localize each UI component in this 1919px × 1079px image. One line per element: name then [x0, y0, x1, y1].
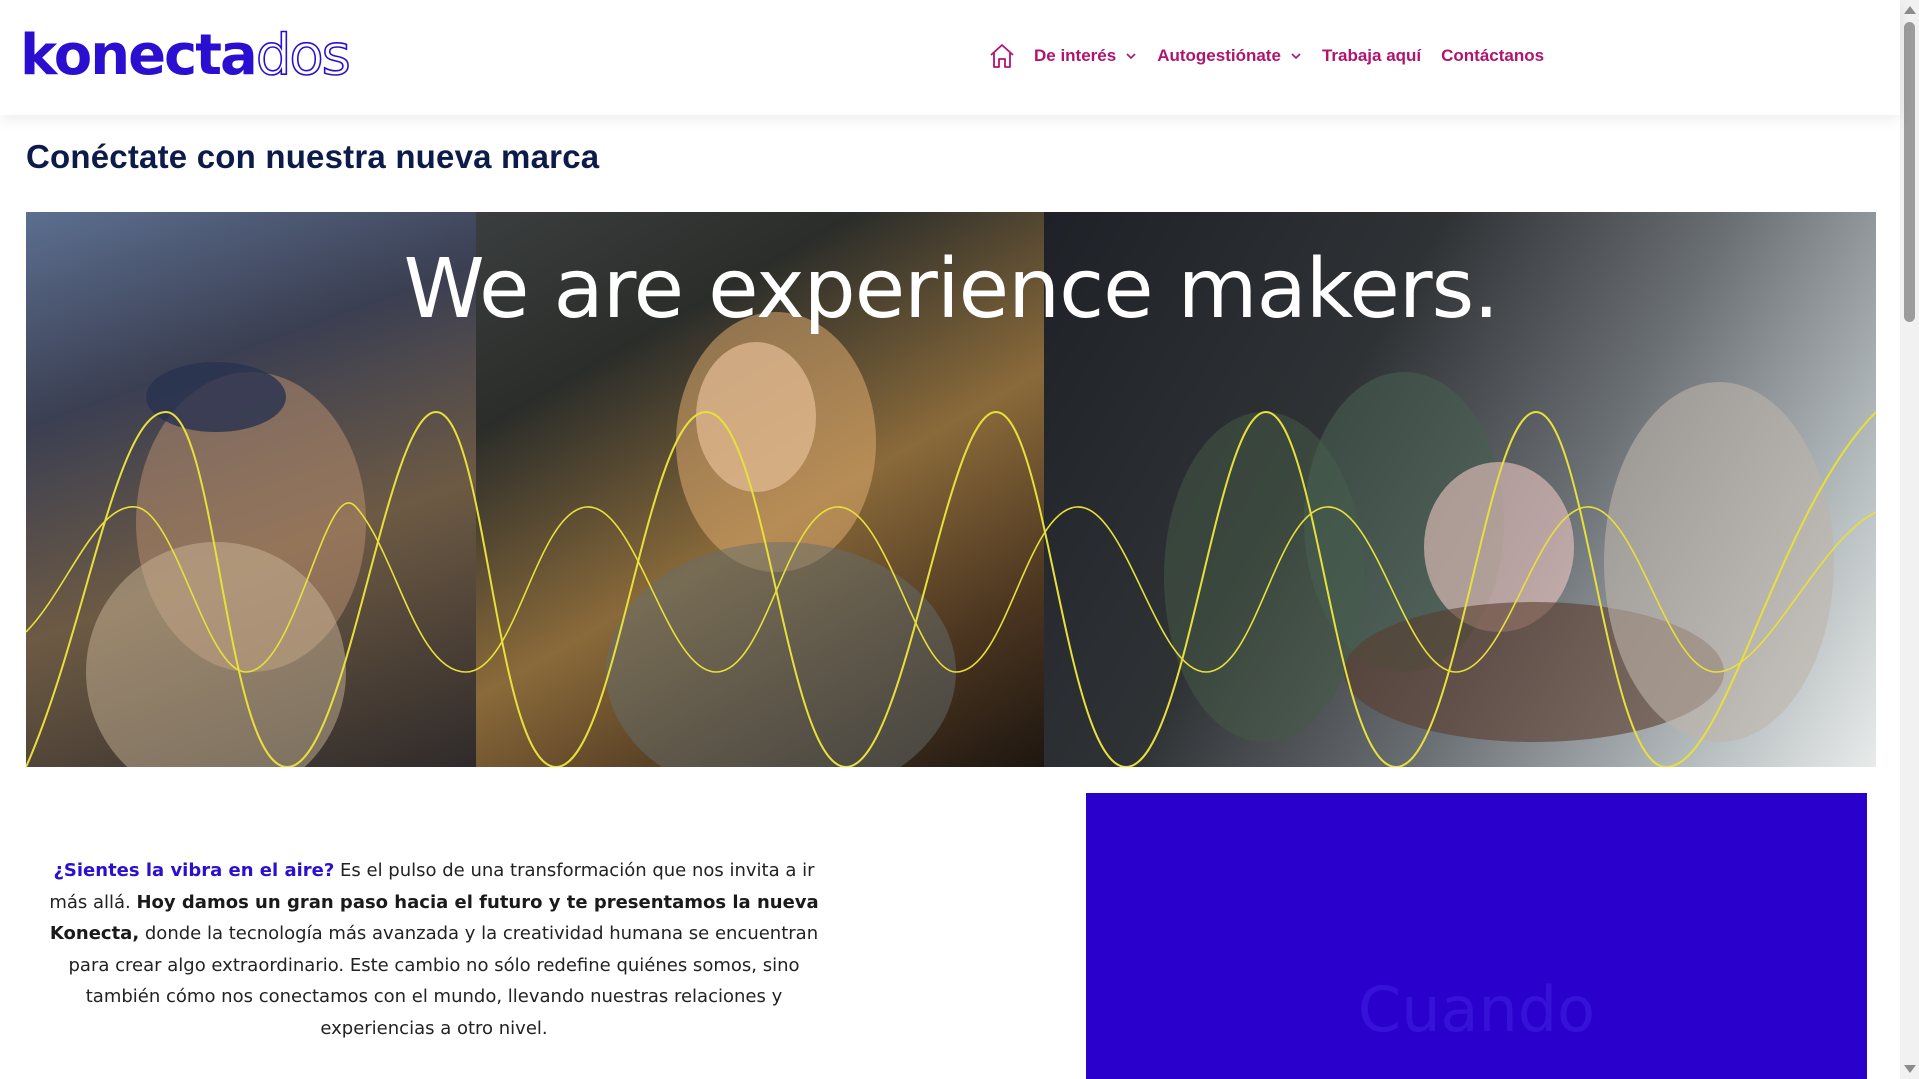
nav-item-label: Autogestiónate — [1157, 46, 1281, 65]
nav-item-de-interes[interactable]: De interés — [1034, 46, 1137, 66]
page-title: Conéctate con nuestra nueva marca — [26, 138, 600, 175]
logo-part-bold: konecta — [20, 23, 258, 88]
hero-banner: We are experience makers. — [26, 212, 1876, 767]
intro-text-2: donde la tecnología más avanzada y la cr… — [68, 923, 819, 1039]
fading-word: Cuando — [1357, 973, 1596, 1046]
scroll-up-arrow-icon[interactable] — [1904, 6, 1916, 14]
main-nav: De interés Autogestiónate Trabaja aquí C… — [988, 40, 1564, 72]
nav-item-label: Contáctanos — [1441, 46, 1545, 65]
nav-item-label: De interés — [1034, 46, 1117, 65]
nav-item-autogestionate[interactable]: Autogestiónate — [1157, 46, 1302, 66]
hero-headline: We are experience makers. — [403, 242, 1500, 337]
home-icon[interactable] — [988, 42, 1016, 70]
intro-paragraph: ¿Sientes la vibra en el aire? Es el puls… — [34, 855, 834, 1044]
chevron-down-icon — [1291, 53, 1301, 60]
nav-item-trabaja-aqui[interactable]: Trabaja aquí — [1322, 46, 1421, 66]
nav-item-label: Trabaja aquí — [1321, 46, 1422, 65]
logo-part-outline: dos — [255, 23, 352, 88]
brand-animation-box: Cuando — [1086, 793, 1867, 1079]
chevron-down-icon — [1126, 53, 1136, 60]
scroll-down-arrow-icon[interactable] — [1904, 1065, 1916, 1073]
intro-lead: ¿Sientes la vibra en el aire? — [53, 860, 335, 881]
nav-item-contactanos[interactable]: Contáctanos — [1441, 46, 1544, 66]
page-scrollbar[interactable] — [1900, 0, 1919, 1079]
scroll-thumb[interactable] — [1904, 22, 1915, 322]
konectados-logo[interactable]: konecta dos — [20, 23, 352, 88]
site-header: konecta dos De interés Autogestiónate Tra… — [0, 0, 1900, 115]
